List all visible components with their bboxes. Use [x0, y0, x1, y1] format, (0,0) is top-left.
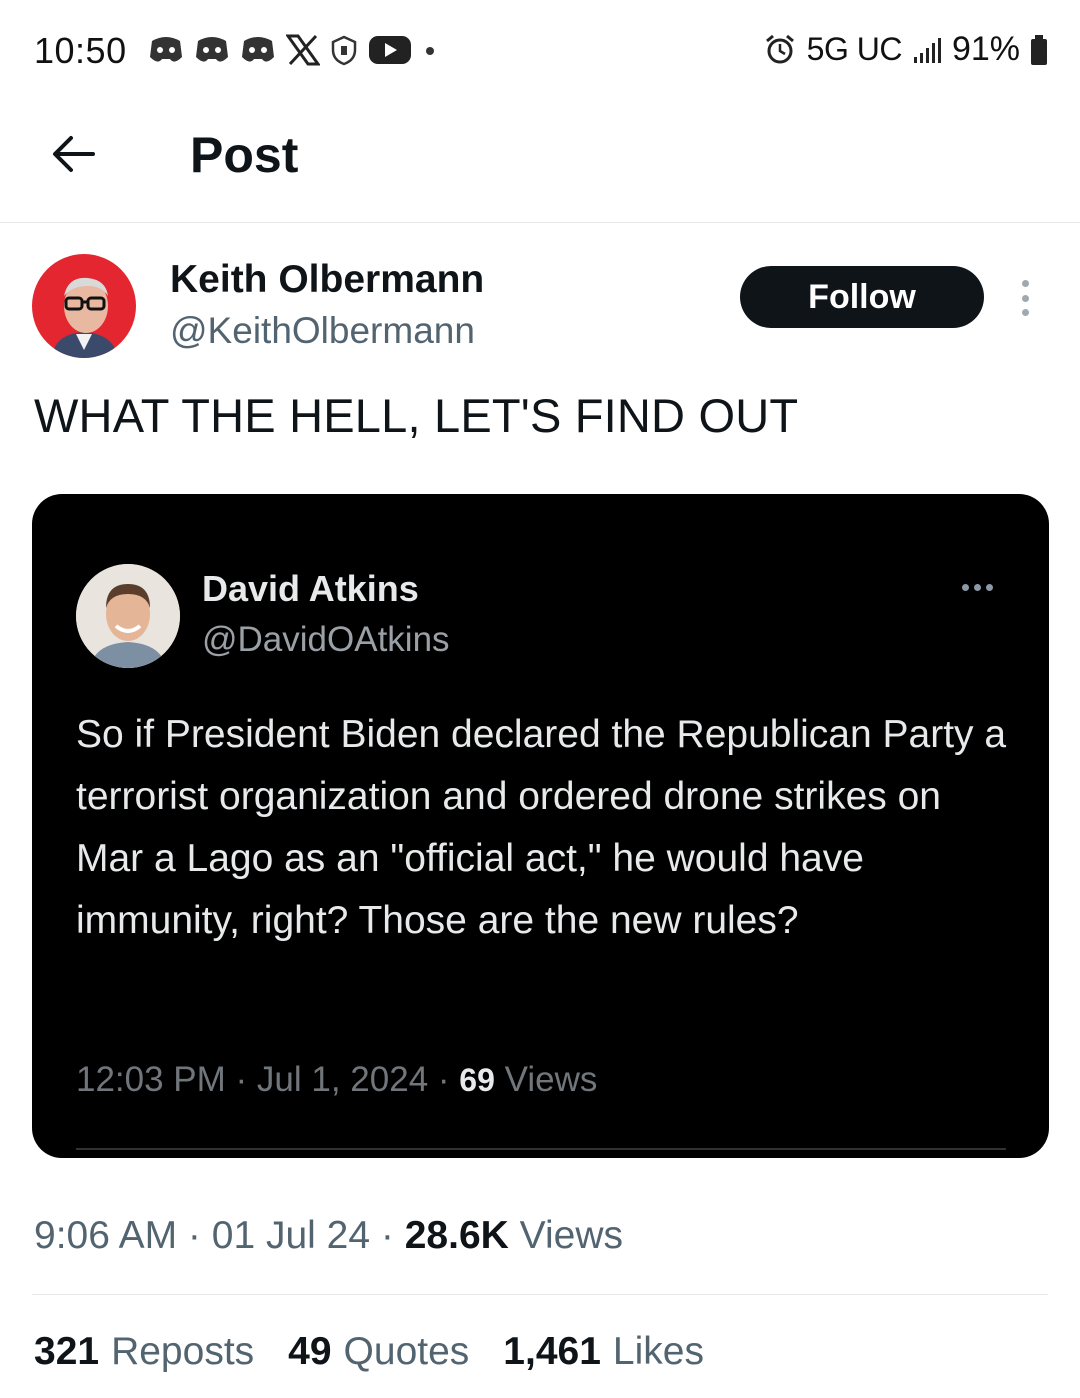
- reposts-label: Reposts: [111, 1330, 255, 1373]
- quoted-author-name: David Atkins: [202, 568, 419, 609]
- views-count: 28.6K: [404, 1214, 509, 1257]
- alarm-icon: [765, 34, 794, 63]
- x-icon: [286, 34, 320, 66]
- youtube-icon: [369, 36, 411, 64]
- signal-icon: [913, 37, 941, 63]
- quotes-label: Quotes: [343, 1330, 470, 1373]
- quoted-more-icon: [962, 584, 993, 591]
- quoted-views-count: 69: [459, 1062, 495, 1098]
- post-text: WHAT THE HELL, LET'S FIND OUT: [34, 389, 799, 442]
- author-name[interactable]: Keith Olbermann: [170, 258, 484, 302]
- divider: [32, 1294, 1048, 1295]
- top-bar: Post: [0, 104, 1080, 223]
- quoted-time: 12:03 PM: [76, 1060, 226, 1099]
- likes-label: Likes: [612, 1330, 704, 1373]
- network-label: 5G UC: [806, 31, 903, 67]
- post-date: 01 Jul 24: [211, 1214, 371, 1257]
- likes-stat[interactable]: 1,461 Likes: [503, 1330, 704, 1374]
- avatar-portrait: [32, 254, 136, 358]
- engagement-stats: 321 Reposts 49 Quotes 1,461 Likes: [34, 1330, 704, 1374]
- quoted-date: Jul 1, 2024: [256, 1060, 429, 1099]
- follow-button[interactable]: Follow: [740, 266, 984, 328]
- reposts-count: 321: [34, 1330, 100, 1373]
- quoted-avatar-portrait: [76, 564, 180, 668]
- quotes-count: 49: [288, 1330, 332, 1373]
- page-title: Post: [190, 127, 299, 183]
- quoted-text: So if President Biden declared the Repub…: [76, 713, 1007, 942]
- post-time: 9:06 AM: [34, 1214, 178, 1257]
- shield-icon: [331, 35, 357, 66]
- post-meta: 9:06 AM · 01 Jul 24 · 28.6K Views: [34, 1214, 623, 1257]
- notification-icons: [148, 34, 438, 66]
- attached-image[interactable]: David Atkins @DavidOAtkins So if Preside…: [32, 494, 1049, 1158]
- quoted-views-label: Views: [504, 1060, 598, 1099]
- author-handle[interactable]: @KeithOlbermann: [170, 310, 475, 352]
- arrow-left-icon: [53, 136, 95, 172]
- author-avatar[interactable]: [32, 254, 136, 358]
- discord-icon: [150, 37, 182, 62]
- dot-icon: [426, 47, 434, 55]
- quoted-divider: [76, 1148, 1006, 1150]
- more-options-icon[interactable]: [1010, 280, 1040, 316]
- quoted-author-handle: @DavidOAtkins: [202, 620, 450, 659]
- battery-percent: 91%: [951, 30, 1020, 68]
- discord-icon: [242, 37, 274, 62]
- reposts-stat[interactable]: 321 Reposts: [34, 1330, 254, 1374]
- views-label: Views: [519, 1214, 623, 1257]
- battery-icon: [1031, 34, 1047, 65]
- likes-count: 1,461: [503, 1330, 601, 1373]
- quotes-stat[interactable]: 49 Quotes: [288, 1330, 469, 1374]
- status-right: 5G UC 91%: [763, 30, 1048, 69]
- quoted-meta: 12:03 PM · Jul 1, 2024 · 69 Views: [76, 1060, 598, 1099]
- back-button[interactable]: [46, 126, 102, 182]
- discord-icon: [196, 37, 228, 62]
- status-time: 10:50: [34, 30, 127, 71]
- status-bar: 10:50 5G UC 91%: [0, 0, 1080, 104]
- quoted-author-avatar: [76, 564, 180, 668]
